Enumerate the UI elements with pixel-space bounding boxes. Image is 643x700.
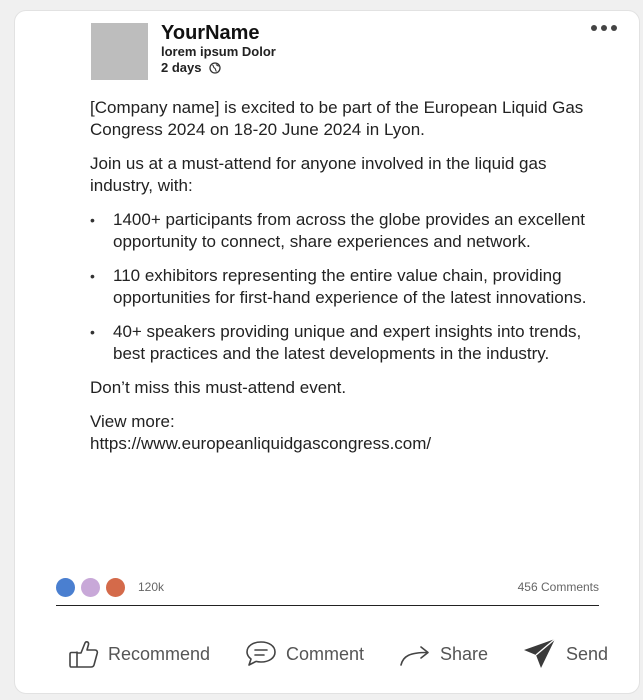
action-bar: Recommend Comment Share Send	[68, 635, 608, 673]
post-bullet-list: 1400+ participants from across the globe…	[90, 209, 590, 365]
post-body: [Company name] is excited to be part of …	[90, 97, 590, 455]
reactions-count[interactable]: 120k	[138, 580, 164, 594]
author-name[interactable]: YourName	[161, 22, 260, 44]
comment-icon	[246, 641, 276, 666]
reaction-love-icon[interactable]	[106, 577, 125, 597]
share-label: Share	[439, 643, 488, 664]
send-button[interactable]: Send	[522, 637, 608, 671]
post-meta: 2 days	[161, 60, 222, 76]
recommend-label: Recommend	[108, 643, 211, 664]
recommend-button[interactable]: Recommend	[68, 639, 210, 669]
globe-icon	[209, 62, 222, 74]
post-bullet: 110 exhibitors representing the entire v…	[90, 265, 590, 309]
post-bullet: 40+ speakers providing unique and expert…	[90, 321, 590, 365]
post-intro: [Company name] is excited to be part of …	[90, 98, 584, 139]
comment-label: Comment	[285, 643, 365, 664]
post-lead: Join us at a must-attend for anyone invo…	[90, 154, 547, 195]
comment-button[interactable]: Comment	[244, 639, 364, 669]
reaction-celebrate-icon[interactable]	[81, 577, 100, 597]
author-headline: lorem ipsum Dolor	[161, 44, 276, 59]
post-bullet: 1400+ participants from across the globe…	[90, 209, 590, 253]
post-closing: Don’t miss this must-attend event.	[90, 378, 347, 397]
comments-count[interactable]: 456 Comments	[518, 580, 599, 594]
post-link[interactable]: https://www.europeanliquidgascongress.co…	[90, 433, 590, 455]
thumbs-up-icon	[69, 641, 99, 668]
reaction-like-icon[interactable]	[56, 577, 75, 597]
post-card: YourName lorem ipsum Dolor 2 days [Compa…	[14, 10, 640, 694]
engagement-stats: 120k 456 Comments	[56, 577, 599, 597]
view-more-label: View more:	[90, 412, 175, 431]
divider	[56, 605, 599, 606]
send-icon	[523, 638, 556, 668]
send-label: Send	[565, 643, 608, 664]
post-time: 2 days	[161, 60, 202, 75]
share-arrow-icon	[400, 646, 429, 666]
share-button[interactable]: Share	[398, 639, 488, 669]
avatar[interactable]	[91, 23, 148, 80]
more-options-icon[interactable]	[589, 19, 619, 37]
